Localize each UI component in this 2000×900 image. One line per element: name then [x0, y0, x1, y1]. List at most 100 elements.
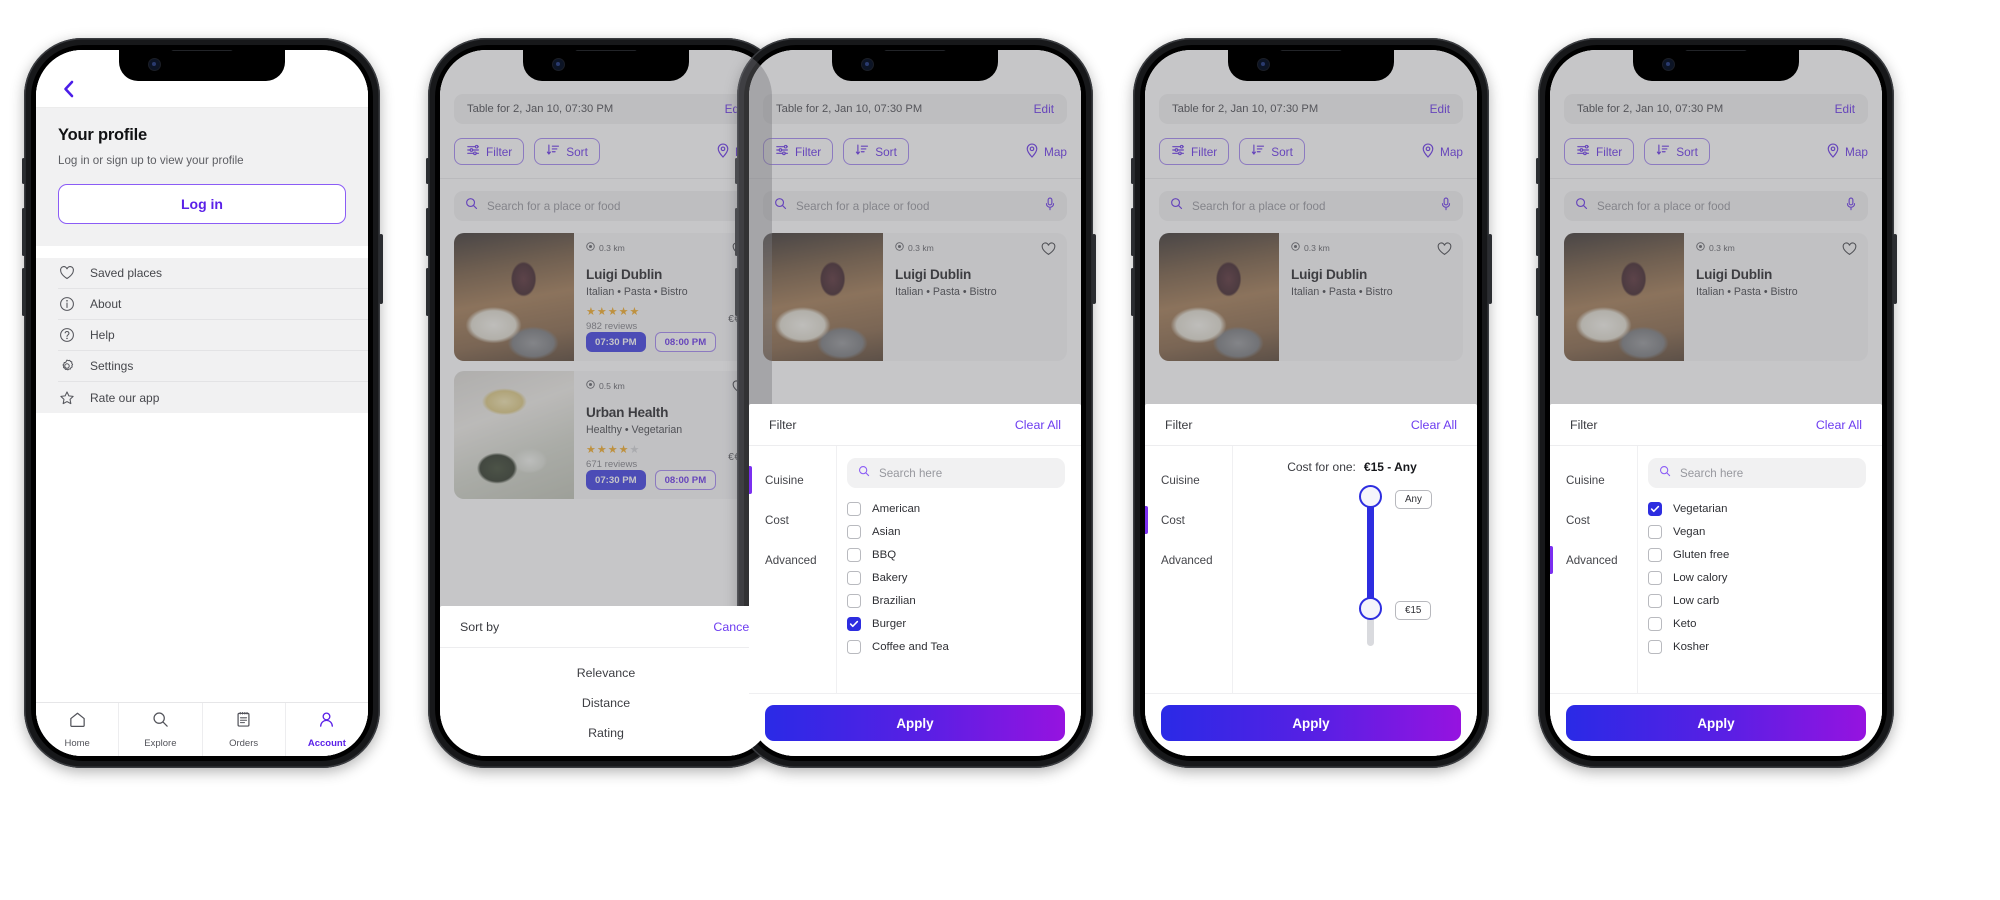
sort-option-rating[interactable]: Rating — [440, 718, 772, 748]
checkbox[interactable] — [847, 570, 861, 585]
checkbox[interactable] — [1648, 593, 1662, 608]
time-slot-button[interactable]: 08:00 PM — [654, 332, 717, 352]
filter-nav-cost[interactable]: Cost — [1550, 500, 1637, 540]
map-button[interactable]: Map — [1421, 143, 1463, 161]
volume-up-button[interactable] — [1130, 208, 1134, 256]
sort-button[interactable]: Sort — [843, 138, 909, 165]
restaurant-card[interactable]: 0.3 km Luigi Dublin Italian • Pasta • Bi… — [454, 233, 758, 361]
apply-button[interactable]: Apply — [765, 705, 1065, 741]
restaurant-card[interactable]: 0.3 km Luigi Dublin Italian • Pasta • Bi… — [763, 233, 1067, 361]
menu-item-help[interactable]: Help — [58, 320, 368, 351]
advanced-option-kosher[interactable]: Kosher — [1648, 635, 1866, 658]
checkbox[interactable] — [847, 547, 861, 562]
microphone-icon[interactable] — [1440, 197, 1452, 216]
cuisine-option-american[interactable]: American — [847, 497, 1065, 520]
clear-all-button[interactable]: Clear All — [1411, 418, 1457, 432]
slider-thumb-min[interactable] — [1359, 597, 1382, 620]
cancel-button[interactable]: Cancel — [713, 620, 752, 634]
favorite-heart-icon[interactable] — [1842, 242, 1857, 261]
restaurant-card[interactable]: 0.3 km Luigi Dublin Italian • Pasta • Bi… — [1564, 233, 1868, 361]
volume-up-button[interactable] — [21, 208, 25, 256]
filter-nav-advanced[interactable]: Advanced — [1145, 540, 1232, 580]
map-button[interactable]: Map — [1826, 143, 1868, 161]
favorite-heart-icon[interactable] — [1041, 242, 1056, 261]
filter-nav-advanced[interactable]: Advanced — [749, 540, 836, 580]
checkbox[interactable] — [847, 616, 861, 631]
mute-switch[interactable] — [1535, 158, 1539, 184]
checkbox[interactable] — [1648, 547, 1662, 562]
power-button[interactable] — [379, 234, 383, 304]
advanced-search-input[interactable]: Search here — [1648, 458, 1866, 488]
microphone-icon[interactable] — [1044, 197, 1056, 216]
advanced-option-vegetarian[interactable]: Vegetarian — [1648, 497, 1866, 520]
reservation-bar[interactable]: Table for 2, Jan 10, 07:30 PM Edit — [1159, 94, 1463, 124]
mute-switch[interactable] — [425, 158, 429, 184]
advanced-option-keto[interactable]: Keto — [1648, 612, 1866, 635]
volume-up-button[interactable] — [734, 208, 738, 256]
filter-nav-cuisine[interactable]: Cuisine — [749, 460, 836, 500]
search-input[interactable]: Search for a place or food — [1564, 191, 1868, 221]
cuisine-option-burger[interactable]: Burger — [847, 612, 1065, 635]
sort-button[interactable]: Sort — [1239, 138, 1305, 165]
filter-nav-cost[interactable]: Cost — [749, 500, 836, 540]
menu-item-rate-our-app[interactable]: Rate our app — [58, 382, 368, 413]
mute-switch[interactable] — [21, 158, 25, 184]
cuisine-option-coffee-and-tea[interactable]: Coffee and Tea — [847, 635, 1065, 658]
mute-switch[interactable] — [1130, 158, 1134, 184]
reservation-bar[interactable]: Table for 2, Jan 10, 07:30 PM Edit — [763, 94, 1067, 124]
volume-down-button[interactable] — [1535, 268, 1539, 316]
advanced-option-vegan[interactable]: Vegan — [1648, 520, 1866, 543]
advanced-option-gluten-free[interactable]: Gluten free — [1648, 543, 1866, 566]
volume-up-button[interactable] — [425, 208, 429, 256]
reservation-bar[interactable]: Table for 2, Jan 10, 07:30 PM Edit — [454, 94, 758, 124]
checkbox[interactable] — [1648, 616, 1662, 631]
edit-reservation-button[interactable]: Edit — [1430, 102, 1450, 116]
restaurant-card[interactable]: 0.5 km Urban Health Healthy • Vegetarian — [454, 371, 758, 499]
filter-nav-cuisine[interactable]: Cuisine — [1145, 460, 1232, 500]
sort-option-relevance[interactable]: Relevance — [440, 658, 772, 688]
volume-down-button[interactable] — [1130, 268, 1134, 316]
filter-button[interactable]: Filter — [763, 138, 834, 165]
apply-button[interactable]: Apply — [1566, 705, 1866, 741]
mute-switch[interactable] — [734, 158, 738, 184]
sort-button[interactable]: Sort — [1644, 138, 1710, 165]
search-input[interactable]: Search for a place or food — [1159, 191, 1463, 221]
filter-button[interactable]: Filter — [1564, 138, 1635, 165]
clear-all-button[interactable]: Clear All — [1816, 418, 1862, 432]
sort-button[interactable]: Sort — [534, 138, 600, 165]
slider-thumb-max[interactable] — [1359, 485, 1382, 508]
checkbox[interactable] — [847, 524, 861, 539]
menu-item-settings[interactable]: Settings — [58, 351, 368, 382]
microphone-icon[interactable] — [1845, 197, 1857, 216]
advanced-option-low-calory[interactable]: Low calory — [1648, 566, 1866, 589]
volume-down-button[interactable] — [734, 268, 738, 316]
cuisine-search-input[interactable]: Search here — [847, 458, 1065, 488]
tab-orders[interactable]: Orders — [203, 703, 286, 756]
login-button[interactable]: Log in — [58, 184, 346, 224]
sort-option-distance[interactable]: Distance — [440, 688, 772, 718]
time-slot-button[interactable]: 07:30 PM — [586, 332, 646, 352]
filter-nav-advanced[interactable]: Advanced — [1550, 540, 1637, 580]
volume-up-button[interactable] — [1535, 208, 1539, 256]
checkbox[interactable] — [1648, 524, 1662, 539]
volume-down-button[interactable] — [21, 268, 25, 316]
search-input[interactable]: Search for a place or food — [763, 191, 1067, 221]
checkbox[interactable] — [847, 501, 861, 516]
volume-down-button[interactable] — [425, 268, 429, 316]
chevron-left-icon[interactable] — [58, 79, 78, 99]
filter-nav-cuisine[interactable]: Cuisine — [1550, 460, 1637, 500]
apply-button[interactable]: Apply — [1161, 705, 1461, 741]
checkbox[interactable] — [1648, 501, 1662, 516]
power-button[interactable] — [1893, 234, 1897, 304]
menu-item-about[interactable]: About — [58, 289, 368, 320]
cuisine-option-brazilian[interactable]: Brazilian — [847, 589, 1065, 612]
filter-nav-cost[interactable]: Cost — [1145, 500, 1232, 540]
checkbox[interactable] — [847, 593, 861, 608]
map-button[interactable]: Map — [1025, 143, 1067, 161]
time-slot-button[interactable]: 07:30 PM — [586, 470, 646, 490]
cuisine-option-bakery[interactable]: Bakery — [847, 566, 1065, 589]
clear-all-button[interactable]: Clear All — [1015, 418, 1061, 432]
tab-account[interactable]: Account — [286, 703, 368, 756]
filter-button[interactable]: Filter — [454, 138, 525, 165]
cuisine-option-bbq[interactable]: BBQ — [847, 543, 1065, 566]
